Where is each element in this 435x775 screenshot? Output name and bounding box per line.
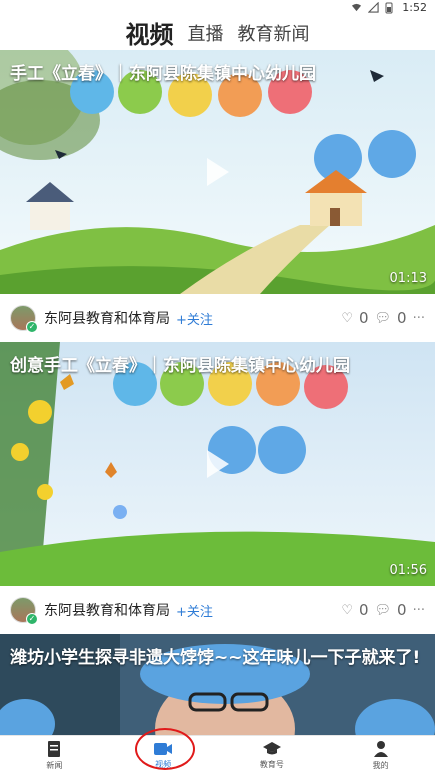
comment-icon[interactable]: 💬︎ bbox=[375, 603, 392, 618]
more-icon[interactable]: ··· bbox=[413, 311, 425, 326]
tab-education-news[interactable]: 教育新闻 bbox=[238, 22, 310, 48]
wifi-icon bbox=[351, 2, 362, 13]
follow-button[interactable]: +关注 bbox=[176, 309, 213, 328]
heart-icon[interactable]: ♡ bbox=[341, 311, 353, 326]
video-title: 潍坊小学生探寻非遗大饽饽~~这年味儿一下子就来了! bbox=[10, 648, 421, 668]
video-duration: 01:13 bbox=[389, 271, 427, 286]
tab-live[interactable]: 直播 bbox=[188, 22, 224, 48]
battery-icon bbox=[385, 2, 396, 14]
avatar[interactable]: ✓ bbox=[10, 305, 38, 333]
video-feed: 手工《立春》｜东阿县陈集镇中心幼儿园 01:13 ✓ 东阿县教育和体育局 +关注… bbox=[0, 50, 435, 744]
author-name[interactable]: 东阿县教育和体育局 bbox=[44, 308, 170, 328]
document-icon bbox=[48, 741, 61, 757]
nav-news[interactable]: 新闻 bbox=[0, 736, 109, 775]
comment-count: 0 bbox=[397, 601, 407, 619]
video-stats: ♡ 0 💬︎ 0 ··· bbox=[341, 586, 425, 634]
verified-icon: ✓ bbox=[26, 321, 38, 333]
video-thumbnail[interactable]: 手工《立春》｜东阿县陈集镇中心幼儿园 01:13 bbox=[0, 50, 435, 294]
avatar[interactable]: ✓ bbox=[10, 597, 38, 625]
heart-icon[interactable]: ♡ bbox=[341, 603, 353, 618]
like-count: 0 bbox=[358, 601, 369, 619]
status-icons: 1:52 bbox=[351, 1, 427, 14]
nav-label: 教育号 bbox=[259, 760, 284, 769]
play-icon bbox=[207, 158, 229, 186]
author-name[interactable]: 东阿县教育和体育局 bbox=[44, 600, 170, 620]
no-signal-icon bbox=[367, 1, 379, 13]
video-duration: 01:56 bbox=[389, 563, 427, 578]
nav-profile[interactable]: 我的 bbox=[326, 736, 435, 775]
video-thumbnail[interactable]: 创意手工《立春》｜东阿县陈集镇中心幼儿园 01:56 bbox=[0, 342, 435, 586]
comment-icon[interactable]: 💬︎ bbox=[375, 311, 392, 326]
video-thumbnail[interactable]: 潍坊小学生探寻非遗大饽饽~~这年味儿一下子就来了! bbox=[0, 634, 435, 744]
nav-education[interactable]: 教育号 bbox=[218, 736, 327, 775]
top-tabs: 视频 直播 教育新闻 bbox=[0, 14, 435, 48]
nav-label: 我的 bbox=[372, 761, 389, 770]
person-icon bbox=[373, 741, 388, 757]
like-count: 0 bbox=[358, 309, 369, 327]
video-meta-row: ✓ 东阿县教育和体育局 +关注 ♡ 0 💬︎ 0 ··· bbox=[0, 294, 435, 342]
video-meta-row: ✓ 东阿县教育和体育局 +关注 ♡ 0 💬︎ 0 ··· bbox=[0, 586, 435, 634]
nav-label: 新闻 bbox=[46, 761, 63, 770]
graduation-cap-icon bbox=[262, 742, 281, 755]
follow-button[interactable]: +关注 bbox=[176, 601, 213, 620]
verified-icon: ✓ bbox=[26, 613, 38, 625]
video-stats: ♡ 0 💬︎ 0 ··· bbox=[341, 294, 425, 342]
video-title: 手工《立春》｜东阿县陈集镇中心幼儿园 bbox=[10, 64, 316, 84]
tab-video[interactable]: 视频 bbox=[126, 22, 174, 48]
highlight-circle bbox=[135, 728, 195, 770]
bottom-nav: 新闻 视频 教育号 我的 bbox=[0, 735, 435, 775]
video-title: 创意手工《立春》｜东阿县陈集镇中心幼儿园 bbox=[10, 356, 350, 376]
status-time: 1:52 bbox=[402, 1, 427, 14]
comment-count: 0 bbox=[397, 309, 407, 327]
play-icon bbox=[207, 450, 229, 478]
more-icon[interactable]: ··· bbox=[413, 603, 425, 618]
